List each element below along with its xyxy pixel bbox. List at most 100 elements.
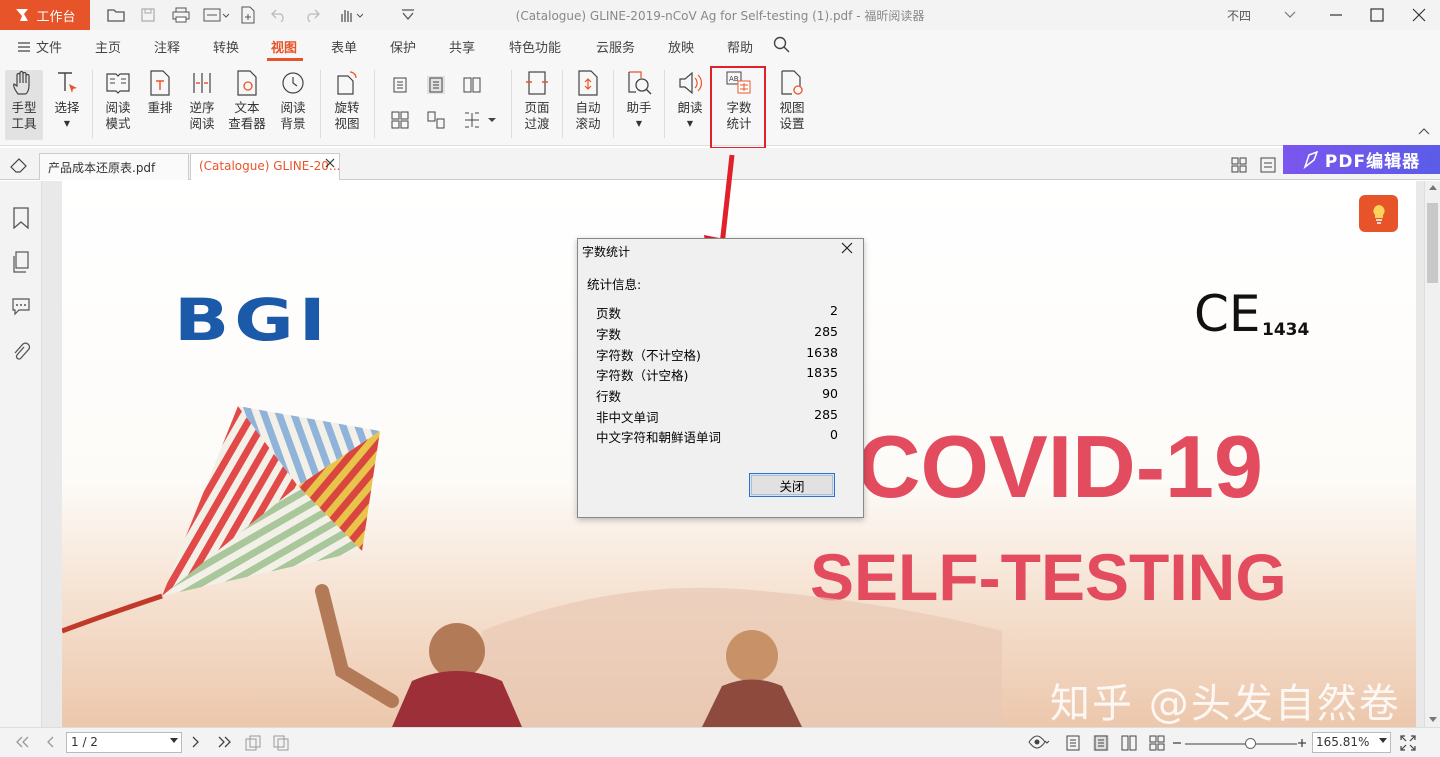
- bookmark-icon[interactable]: [11, 207, 31, 229]
- menu-features[interactable]: 特色功能: [509, 37, 561, 56]
- zoom-level-input[interactable]: 165.81%: [1312, 732, 1391, 753]
- eraser-icon[interactable]: [10, 158, 28, 174]
- zoom-out-icon[interactable]: [1172, 734, 1182, 750]
- select-button[interactable]: 选择 ▼: [52, 70, 82, 132]
- hand-tool-label-2: 工具: [11, 116, 37, 131]
- page-transition-icon: [524, 70, 550, 96]
- stat-value: 2: [830, 303, 838, 318]
- dialog-close-icon[interactable]: [840, 241, 854, 255]
- view-settings-button[interactable]: 视图 设置: [774, 70, 810, 132]
- scroll-up-arrow-icon[interactable]: [1428, 183, 1438, 191]
- file-menu[interactable]: 文件: [18, 37, 62, 56]
- read-mode-button[interactable]: 阅读 模式: [104, 70, 132, 132]
- read-mode-label-2: 模式: [105, 116, 131, 131]
- reverse-read-label-2: 阅读: [189, 116, 215, 131]
- select-label: 选择: [54, 100, 80, 115]
- hamburger-icon: [18, 41, 30, 52]
- zoom-in-icon[interactable]: [1297, 734, 1307, 750]
- menu-comment[interactable]: 注释: [154, 37, 180, 56]
- page-number-value: 1 / 2: [71, 735, 98, 749]
- menu-slideshow[interactable]: 放映: [668, 37, 694, 56]
- split-view-dropdown-icon[interactable]: [463, 111, 497, 129]
- first-page-icon[interactable]: [14, 735, 30, 749]
- previous-page-icon[interactable]: [44, 735, 56, 749]
- chevron-down-icon[interactable]: [1284, 5, 1296, 23]
- facing-page-icon[interactable]: [463, 76, 481, 94]
- book-icon: [105, 70, 131, 96]
- zoom-dropdown-icon[interactable]: [1379, 738, 1387, 744]
- thumbnail-grid-icon[interactable]: [1231, 157, 1247, 173]
- reflow-label: 重排: [147, 100, 173, 115]
- dialog-close-button[interactable]: 关闭: [749, 473, 835, 497]
- bgi-logo: BGI: [174, 286, 331, 354]
- close-tab-icon[interactable]: [325, 158, 335, 168]
- lightbulb-icon: [1369, 203, 1389, 225]
- last-page-icon[interactable]: [217, 735, 233, 749]
- menu-protect[interactable]: 保护: [390, 37, 416, 56]
- next-view-icon[interactable]: [273, 735, 289, 751]
- read-mode-eye-icon[interactable]: [1028, 735, 1050, 749]
- single-page-icon[interactable]: [391, 76, 409, 94]
- scrollbar-thumb[interactable]: [1427, 203, 1438, 283]
- user-name[interactable]: 不四: [1227, 7, 1251, 24]
- page-number-input[interactable]: 1 / 2: [66, 732, 182, 753]
- vertical-scrollbar[interactable]: [1424, 181, 1440, 727]
- single-page-view-icon[interactable]: [1065, 735, 1081, 751]
- pages-icon[interactable]: [11, 251, 31, 273]
- reflow-button[interactable]: 重排: [146, 70, 174, 116]
- left-sidebar: [0, 181, 49, 727]
- ribbon-separator: [664, 70, 665, 138]
- scroll-down-arrow-icon[interactable]: [1428, 716, 1438, 724]
- menu-home[interactable]: 主页: [95, 37, 121, 56]
- reverse-read-button[interactable]: 逆序 阅读: [188, 70, 216, 132]
- ce-mark: CE: [1194, 285, 1261, 343]
- menu-help[interactable]: 帮助: [727, 37, 753, 56]
- lightbulb-tip-button[interactable]: [1359, 195, 1398, 232]
- continuous-view-icon[interactable]: [1093, 735, 1109, 751]
- maximize-icon[interactable]: [1357, 0, 1397, 30]
- close-window-icon[interactable]: [1399, 0, 1439, 30]
- zoom-slider-track[interactable]: [1185, 743, 1297, 745]
- comments-icon[interactable]: [11, 295, 31, 317]
- page-dropdown-icon[interactable]: [170, 738, 178, 744]
- menu-cloud[interactable]: 云服务: [596, 37, 635, 56]
- text-viewer-button[interactable]: 文本 查看器: [227, 70, 267, 132]
- separate-cover-icon[interactable]: [427, 111, 445, 129]
- menu-share[interactable]: 共享: [449, 37, 475, 56]
- fullscreen-icon[interactable]: [1400, 735, 1416, 751]
- read-background-button[interactable]: 阅读 背景: [275, 70, 311, 132]
- hand-tool-button[interactable]: 手型 工具: [5, 70, 43, 140]
- attachment-icon[interactable]: [11, 341, 31, 363]
- menu-view[interactable]: 视图: [271, 37, 297, 56]
- tab-list-icon[interactable]: [1260, 157, 1276, 173]
- menu-convert[interactable]: 转换: [213, 37, 239, 56]
- continuous-facing-view-icon[interactable]: [1149, 735, 1165, 751]
- auto-scroll-button[interactable]: 自动 滚动: [573, 70, 603, 132]
- read-aloud-button[interactable]: 朗读 ▼: [675, 70, 705, 132]
- stat-value: 90: [822, 386, 838, 401]
- collapse-ribbon-icon[interactable]: [1418, 126, 1430, 136]
- continuous-facing-icon[interactable]: [391, 111, 409, 129]
- ribbon-separator: [320, 70, 321, 138]
- stat-row-words: 字数 285: [596, 324, 838, 343]
- facing-view-icon[interactable]: [1121, 735, 1137, 751]
- assistant-button[interactable]: 助手 ▼: [624, 70, 654, 132]
- search-icon[interactable]: [773, 36, 790, 53]
- stat-label: 中文字符和朝鲜语单词: [596, 430, 722, 445]
- continuous-page-icon[interactable]: [427, 76, 445, 94]
- pdf-editor-button[interactable]: PDF编辑器: [1283, 145, 1440, 174]
- minimize-icon[interactable]: [1316, 0, 1356, 30]
- tab-catalogue[interactable]: (Catalogue) GLINE-20...: [190, 153, 340, 180]
- stat-row-pages: 页数 2: [596, 303, 838, 322]
- speaker-icon: [677, 70, 703, 96]
- stat-row-cjk-words: 中文字符和朝鲜语单词 0: [596, 427, 838, 446]
- tab-cost-table[interactable]: 产品成本还原表.pdf: [39, 153, 189, 180]
- page-transition-button[interactable]: 页面 过渡: [522, 70, 552, 132]
- next-page-icon[interactable]: [190, 735, 202, 749]
- menu-form[interactable]: 表单: [331, 37, 357, 56]
- rotate-view-button[interactable]: 旋转 视图: [327, 70, 367, 132]
- zoom-slider-knob[interactable]: [1245, 738, 1256, 749]
- previous-view-icon[interactable]: [245, 735, 261, 751]
- zoom-level-value: 165.81%: [1316, 735, 1370, 749]
- stat-label: 字符数（不计空格): [596, 348, 701, 363]
